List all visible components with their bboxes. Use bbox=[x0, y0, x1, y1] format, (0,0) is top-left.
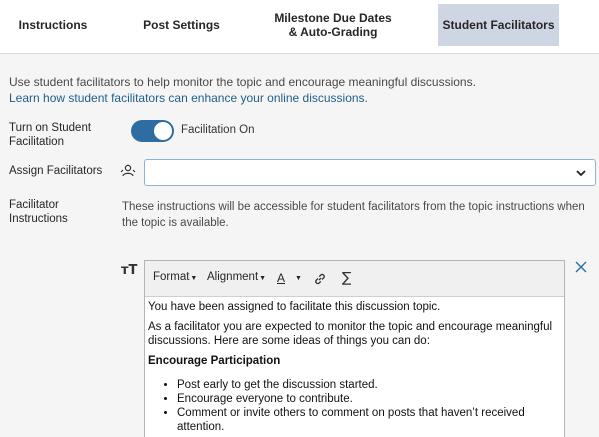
list-item: Comment or invite others to comment on p… bbox=[177, 406, 563, 434]
tab-post-settings[interactable]: Post Settings bbox=[130, 4, 233, 46]
font-color-button[interactable]: A bbox=[277, 271, 285, 285]
toggle-knob bbox=[154, 122, 172, 140]
editor-content[interactable]: You have been assigned to facilitate thi… bbox=[148, 300, 563, 434]
close-icon[interactable] bbox=[574, 260, 588, 274]
caret-down-icon: ▼ bbox=[259, 275, 267, 282]
rich-text-editor[interactable]: Format▼ Alignment▼ A ▼ ∑ You have been a… bbox=[144, 260, 565, 437]
tab-milestone-due-dates[interactable]: Milestone Due Dates & Auto-Grading bbox=[270, 4, 396, 46]
assign-people-icon[interactable] bbox=[120, 163, 136, 179]
facilitator-instructions-label: Facilitator Instructions bbox=[9, 199, 68, 225]
facilitation-status: Facilitation On bbox=[181, 124, 255, 136]
link-icon[interactable] bbox=[313, 272, 327, 286]
math-equation-icon[interactable]: ∑ bbox=[342, 270, 351, 286]
format-dropdown[interactable]: Format▼ bbox=[153, 271, 197, 283]
format-label: Format bbox=[153, 271, 190, 283]
assign-facilitators-label: Assign Facilitators bbox=[9, 165, 103, 177]
alignment-dropdown[interactable]: Alignment▼ bbox=[207, 271, 266, 283]
chevron-down-icon bbox=[576, 170, 586, 177]
caret-down-icon[interactable]: ▼ bbox=[295, 275, 302, 282]
list-item: Encourage everyone to contribute. bbox=[177, 392, 563, 406]
editor-toolbar: Format▼ Alignment▼ A ▼ ∑ bbox=[145, 261, 564, 297]
tab-student-facilitators[interactable]: Student Facilitators bbox=[438, 4, 559, 46]
intro-description: Use student facilitators to help monitor… bbox=[9, 75, 476, 89]
list-item: Post early to get the discussion started… bbox=[177, 378, 563, 392]
content-paragraph-1: You have been assigned to facilitate thi… bbox=[148, 301, 441, 313]
alignment-label: Alignment bbox=[207, 271, 259, 283]
content-bullet-list: Post early to get the discussion started… bbox=[177, 378, 563, 434]
text-size-icon[interactable]: ᴛT bbox=[121, 263, 137, 278]
facilitation-label: Turn on Student Facilitation bbox=[9, 122, 92, 148]
facilitator-instructions-description: These instructions will be accessible fo… bbox=[122, 201, 585, 229]
content-paragraph-2: As a facilitator you are expected to mon… bbox=[148, 321, 553, 347]
content-heading: Encourage Participation bbox=[148, 355, 281, 367]
tab-bar: Instructions Post Settings Milestone Due… bbox=[0, 0, 599, 54]
assign-facilitators-select[interactable] bbox=[144, 159, 596, 186]
caret-down-icon: ▼ bbox=[190, 275, 198, 282]
learn-more-link[interactable]: Learn how student facilitators can enhan… bbox=[9, 91, 368, 105]
facilitation-toggle[interactable] bbox=[131, 120, 174, 142]
tab-instructions[interactable]: Instructions bbox=[4, 4, 102, 46]
